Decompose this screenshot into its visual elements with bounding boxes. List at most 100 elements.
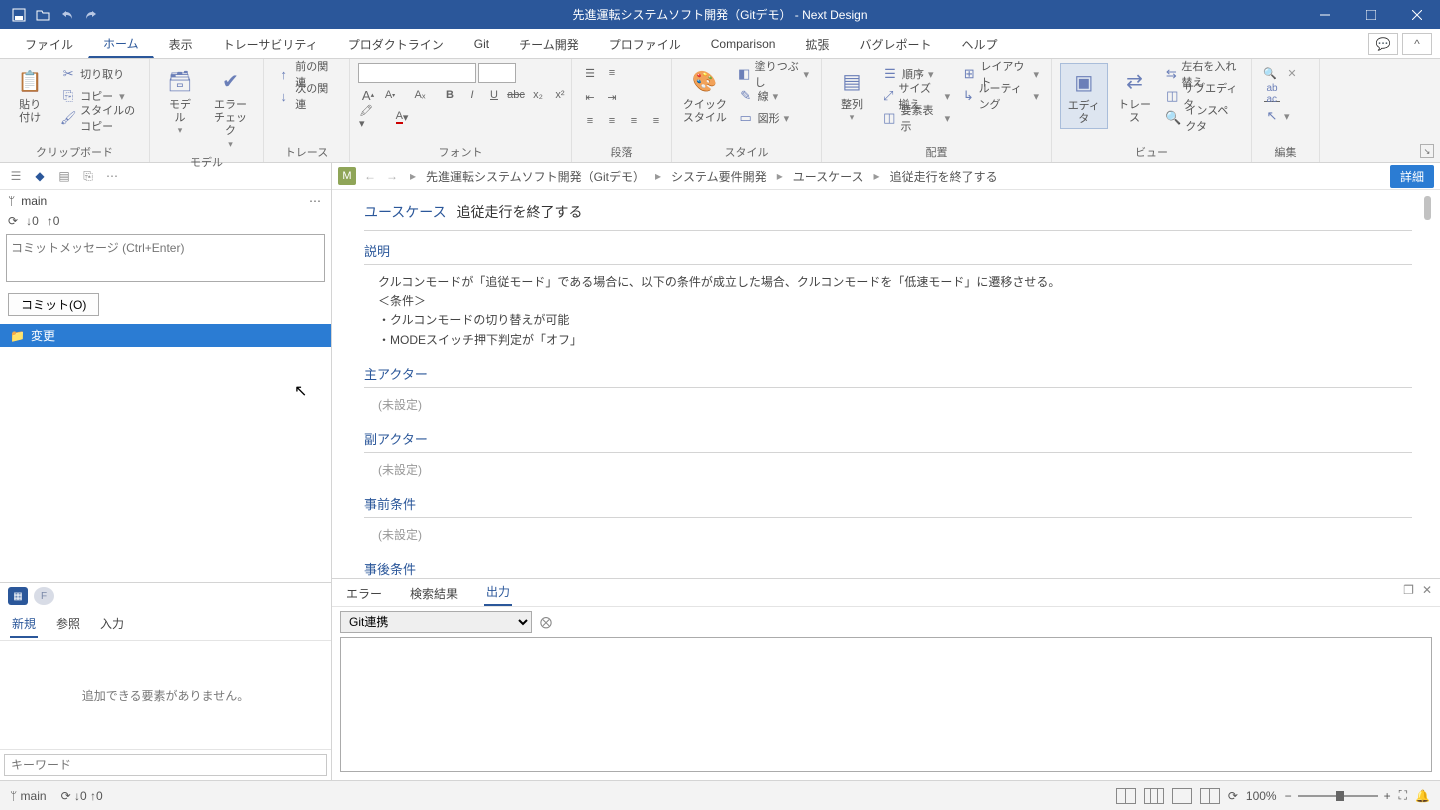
routing-button[interactable]: ↳ルーティング▾ [958,85,1043,107]
nav-forward-icon[interactable]: → [384,169,400,183]
font-family-combo[interactable] [358,63,476,83]
category-icon[interactable]: ▦ [8,587,28,605]
crumb-current[interactable]: 追従走行を終了する [890,168,998,185]
redo-icon[interactable] [80,4,102,26]
bullet-list-icon[interactable]: ☰ [580,63,600,83]
undo-icon[interactable] [56,4,78,26]
cut-button[interactable]: ✂切り取り [56,63,141,85]
output-tab-error[interactable]: エラー [344,581,384,606]
changes-item[interactable]: 📁 変更 [0,324,331,347]
open-icon[interactable] [32,4,54,26]
tab-comparison[interactable]: Comparison [696,29,791,58]
align-center-icon[interactable]: ≡ [602,111,622,131]
quick-style-button[interactable]: 🎨クイック スタイル [680,63,730,127]
style-copy-button[interactable]: 🖌スタイルのコピー [56,107,141,129]
tab-traceability[interactable]: トレーサビリティ [208,29,333,58]
align-left-icon[interactable]: ≡ [580,111,600,131]
git-icon[interactable]: ◆ [30,166,50,186]
desc-body[interactable]: クルコンモードが「追従モード」である場合に、以下の条件が成立した場合、クルコンモ… [364,265,1412,354]
italic-icon[interactable]: I [462,85,482,105]
output-log[interactable] [340,637,1432,772]
layout-2-icon[interactable] [1144,788,1164,804]
subscript-icon[interactable]: x₂ [528,85,548,105]
output-restore-icon[interactable]: ❐ [1403,583,1414,597]
tab-git[interactable]: Git [459,29,504,58]
tab-file[interactable]: ファイル [10,29,88,58]
detail-button[interactable]: 詳細 [1390,165,1434,188]
refresh-status-icon[interactable]: ⟳ [1228,789,1238,803]
zoom-slider[interactable]: − + [1285,789,1391,803]
delete-icon[interactable]: ✕ [1282,63,1302,83]
keyword-search-input[interactable] [4,754,327,776]
font-size-combo[interactable] [478,63,516,83]
fullscreen-icon[interactable]: ⛶ [1399,788,1407,803]
next-relation-button[interactable]: ↓次の関連 [272,85,341,107]
layout-3-icon[interactable] [1172,788,1192,804]
more-icon[interactable]: ⋯ [102,166,122,186]
error-check-button[interactable]: ✔エラーチェック▾ [206,63,255,152]
editor-view-button[interactable]: ▣エディタ [1060,63,1108,129]
tab-profile[interactable]: プロファイル [594,29,696,58]
element-display-button[interactable]: ◫要素表示▾ [878,107,954,129]
tab-display[interactable]: 表示 [154,29,208,58]
layout-4-icon[interactable] [1200,788,1220,804]
notification-icon[interactable]: 🔔 [1415,789,1430,803]
crumb-project[interactable]: 先進運転システムソフト開発（Gitデモ） [426,168,645,185]
line-button[interactable]: ✎線▾ [734,85,813,107]
find-icon[interactable]: 🔍 [1260,63,1280,83]
output-source-select[interactable]: Git連携 [340,611,532,633]
strike-icon[interactable]: abc [506,85,526,105]
output-close-icon[interactable]: ✕ [1422,583,1432,597]
trace-view-button[interactable]: ⇄トレース [1112,63,1158,127]
sub-actor-value[interactable]: (未設定) [364,453,1412,484]
commit-message-input[interactable] [6,234,325,282]
align-button[interactable]: ▤整列▾ [830,63,874,125]
underline-icon[interactable]: U [484,85,504,105]
crumb-usecase[interactable]: ユースケース [793,168,864,185]
tree-icon[interactable]: ☰ [6,166,26,186]
align-right-icon[interactable]: ≡ [624,111,644,131]
shape-button[interactable]: ▭図形▾ [734,107,813,129]
superscript-icon[interactable]: x² [550,85,570,105]
paste-button[interactable]: 📋 貼り付け [8,63,52,127]
save-icon[interactable] [8,4,30,26]
tab-home[interactable]: ホーム [88,29,154,58]
commit-button[interactable]: コミット(O) [8,293,99,316]
feedback-icon[interactable]: 💬 [1368,33,1398,55]
close-button[interactable] [1394,0,1440,29]
tab-input[interactable]: 入力 [98,611,126,638]
branch-indicator[interactable]: ᛘ main [8,194,47,208]
db-icon[interactable]: ▤ [54,166,74,186]
tab-help[interactable]: ヘルプ [946,29,1012,58]
bold-icon[interactable]: B [440,85,460,105]
inspector-button[interactable]: 🔍インスペクタ [1161,107,1243,129]
output-tab-output[interactable]: 出力 [484,579,512,606]
highlight-icon[interactable]: 🖍▾ [358,107,378,127]
tab-bug-report[interactable]: バグレポート [844,29,946,58]
layout-1-icon[interactable] [1116,788,1136,804]
clear-format-icon[interactable]: Aₓ [410,85,430,105]
git-menu-icon[interactable]: ⋯ [309,194,323,208]
tab-team[interactable]: チーム開発 [504,29,594,58]
zoom-out-icon[interactable]: − [1285,789,1292,803]
ribbon-launcher-icon[interactable]: ↘ [1420,144,1434,158]
collapse-ribbon-icon[interactable]: ^ [1402,33,1432,55]
indent-icon[interactable]: ⇥ [602,87,622,107]
font-color-icon[interactable]: A▾ [392,107,412,127]
number-list-icon[interactable]: ≡ [602,63,622,83]
fill-button[interactable]: ◧塗りつぶし▾ [734,63,813,85]
filter-icon[interactable]: F [34,587,54,605]
vertical-scrollbar[interactable] [1420,196,1434,572]
status-branch[interactable]: ᛘ main [10,789,47,803]
main-actor-value[interactable]: (未設定) [364,388,1412,419]
font-grow-icon[interactable]: A▴ [358,85,378,105]
sync-icon[interactable]: ⟳ [8,214,18,228]
font-shrink-icon[interactable]: A▾ [380,85,400,105]
output-clear-icon[interactable]: ⨂ [540,615,552,629]
zoom-in-icon[interactable]: + [1384,789,1391,803]
minimize-button[interactable] [1302,0,1348,29]
output-tab-search[interactable]: 検索結果 [408,581,460,606]
precond-value[interactable]: (未設定) [364,518,1412,549]
copy-panel-icon[interactable]: ⎘ [78,166,98,186]
status-sync[interactable]: ⟳ ↓0 ↑0 [61,789,103,803]
